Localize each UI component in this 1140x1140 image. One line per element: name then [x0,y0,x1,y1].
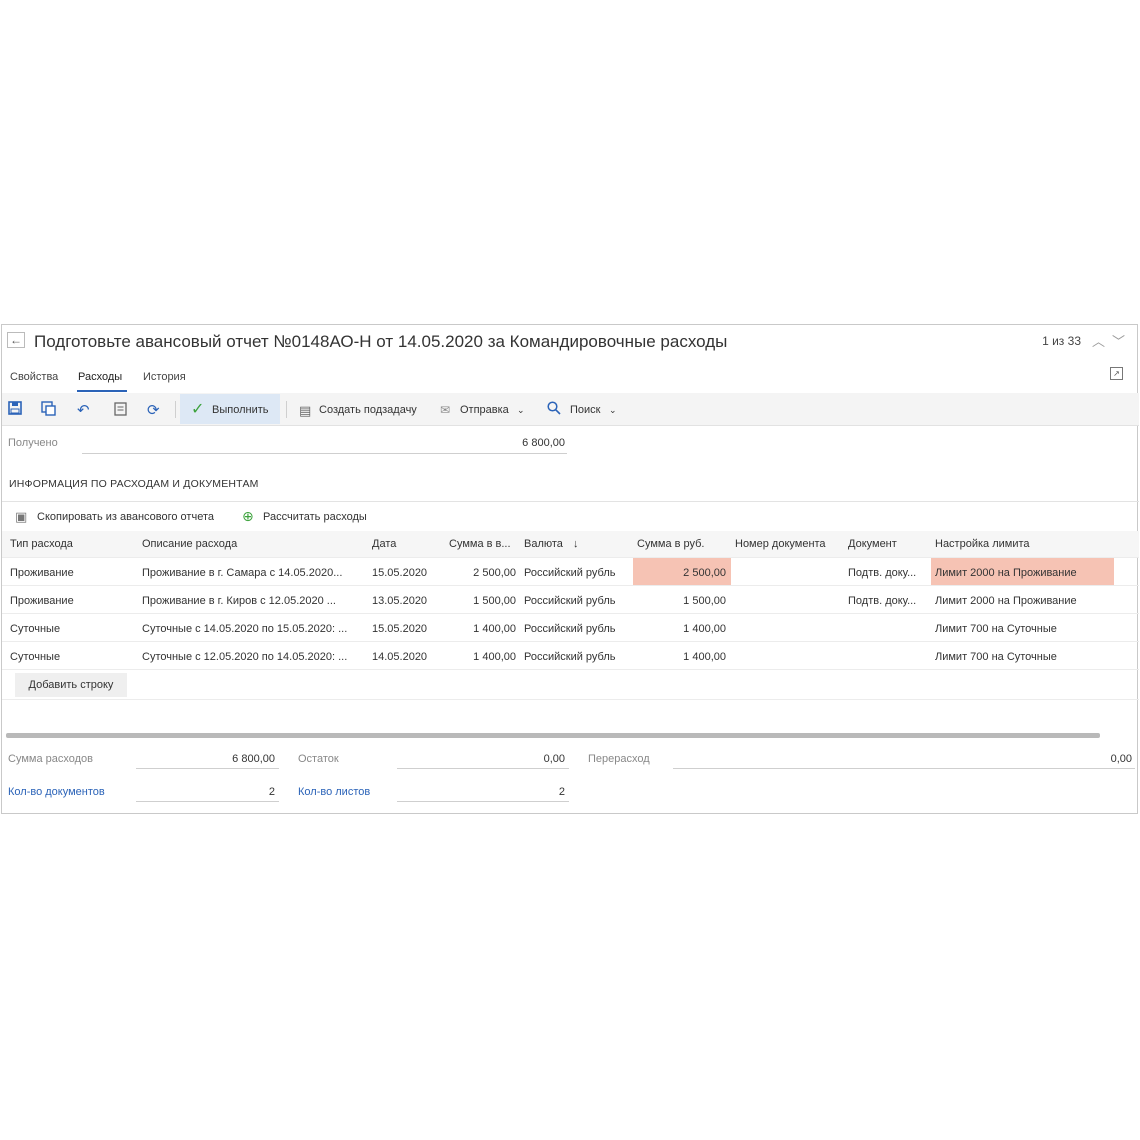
cell-date[interactable]: 13.05.2020 [372,595,427,607]
col-header-description[interactable]: Описание расхода [142,538,237,550]
row-divider [2,669,1139,670]
received-value: 6 800,00 [522,437,565,449]
copy-icon[interactable]: ▣ [15,509,27,525]
refresh-icon[interactable]: ⟳ [147,401,160,419]
cell-description[interactable]: Проживание в г. Киров с 12.05.2020 ... [142,595,336,607]
cell-currency[interactable]: Российский рубль [524,595,616,607]
col-header-date[interactable]: Дата [372,538,396,550]
chevron-down-icon[interactable]: ⌄ [609,405,617,416]
cell-type[interactable]: Проживание [10,567,74,579]
cell-document[interactable]: Подтв. доку... [848,567,916,579]
calculate-expenses-button[interactable]: Рассчитать расходы [263,511,367,523]
active-tab-indicator [77,390,127,392]
sheets-count-value: 2 [558,786,565,798]
cell-currency[interactable]: Российский рубль [524,651,616,663]
cell-limit[interactable]: Лимит 700 на Суточные [935,651,1057,663]
copy-from-report-button[interactable]: Скопировать из авансового отчета [37,511,214,523]
calculate-icon[interactable]: ⊕ [242,508,254,525]
run-button-label[interactable]: Выполнить [212,404,268,416]
cell-type[interactable]: Суточные [10,651,60,663]
section-title: ИНФОРМАЦИЯ ПО РАСХОДАМ И ДОКУМЕНТАМ [9,478,259,490]
cell-sum-rub[interactable]: 1 400,00 [642,651,726,663]
row-divider [2,699,1139,700]
cell-currency[interactable]: Российский рубль [524,623,616,635]
tab-expenses[interactable]: Расходы [78,371,122,383]
field-underline [136,768,279,769]
undo-icon[interactable]: ↶ [77,401,90,419]
col-header-document[interactable]: Документ [848,538,897,550]
cell-limit[interactable]: Лимит 700 на Суточные [935,623,1057,635]
back-arrow-icon[interactable]: ← [7,332,25,348]
overspend-value: 0,00 [1110,753,1132,765]
cell-sum-rub[interactable]: 1 500,00 [642,595,726,607]
cell-sum-currency[interactable]: 2 500,00 [442,567,516,579]
cell-type[interactable]: Суточные [10,623,60,635]
row-divider [2,641,1139,642]
cell-sum-rub[interactable]: 1 400,00 [642,623,726,635]
cell-date[interactable]: 15.05.2020 [372,567,427,579]
rest-value: 0,00 [543,753,565,765]
cell-description[interactable]: Суточные с 14.05.2020 по 15.05.2020: ... [142,623,347,635]
row-divider [2,585,1139,586]
field-underline [673,768,1135,769]
tab-properties[interactable]: Свойства [10,371,58,383]
add-row-button[interactable]: Добавить строку [15,673,127,697]
col-header-limit[interactable]: Настройка лимита [935,538,1030,550]
cell-sum-rub[interactable]: 2 500,00 [642,567,726,579]
documents-count-label[interactable]: Кол-во документов [8,786,105,798]
send-dropdown[interactable]: Отправка [460,404,509,416]
subtask-icon[interactable]: ▤ [299,403,311,419]
col-header-type[interactable]: Тип расхода [10,538,73,550]
rest-label: Остаток [298,753,339,765]
create-subtask-button[interactable]: Создать подзадачу [319,404,417,416]
field-underline [397,768,569,769]
horizontal-scrollbar[interactable] [6,733,1100,738]
cell-document[interactable]: Подтв. доку... [848,595,916,607]
send-icon[interactable]: ✉ [440,403,450,417]
search-dropdown[interactable]: Поиск [570,404,600,416]
cell-sum-currency[interactable]: 1 400,00 [442,623,516,635]
page-title: Подготовьте авансовый отчет №0148АО-Н от… [34,332,728,351]
cell-type[interactable]: Проживание [10,595,74,607]
toolbar-divider [286,401,287,418]
task-panel: ← Подготовьте авансовый отчет №0148АО-Н … [1,324,1139,814]
expenses-total-value: 6 800,00 [232,753,275,765]
sort-arrow-icon[interactable]: ↓ [573,538,579,550]
check-icon: ✓ [191,401,205,418]
section-divider [2,501,1139,502]
col-header-currency[interactable]: Валюта [524,538,563,550]
chevron-down-icon[interactable]: ⌄ [517,405,525,416]
expenses-total-label: Сумма расходов [8,753,93,765]
col-header-sum-currency[interactable]: Сумма в в... [449,538,511,550]
pager-counter: 1 из 33 [1042,334,1081,348]
col-header-doc-number[interactable]: Номер документа [735,538,826,550]
save-close-icon[interactable] [41,401,56,420]
chevron-down-icon[interactable]: ﹀ [1112,331,1125,350]
tab-history[interactable]: История [143,371,186,383]
cell-sum-currency[interactable]: 1 400,00 [442,651,516,663]
cell-sum-currency[interactable]: 1 500,00 [442,595,516,607]
clipboard-icon[interactable] [114,401,127,420]
cell-currency[interactable]: Российский рубль [524,567,616,579]
cell-description[interactable]: Суточные с 12.05.2020 по 14.05.2020: ... [142,651,347,663]
field-underline [82,453,567,454]
cell-limit[interactable]: Лимит 2000 на Проживание [935,567,1077,579]
field-underline [397,801,569,802]
field-underline [136,801,279,802]
overspend-label: Перерасход [588,753,650,765]
col-header-sum-rub[interactable]: Сумма в руб. [637,538,705,550]
cell-date[interactable]: 14.05.2020 [372,651,427,663]
cell-date[interactable]: 15.05.2020 [372,623,427,635]
search-icon[interactable] [547,401,561,418]
toolbar-divider [175,401,176,418]
chevron-up-icon[interactable]: ︿ [1092,331,1105,350]
received-label: Получено [8,437,58,449]
save-icon[interactable] [8,401,22,419]
row-divider [2,613,1139,614]
cell-description[interactable]: Проживание в г. Самара с 14.05.2020... [142,567,342,579]
cell-limit[interactable]: Лимит 2000 на Проживание [935,595,1077,607]
documents-count-value: 2 [268,786,275,798]
sheets-count-label[interactable]: Кол-во листов [298,786,370,798]
popout-icon[interactable]: ↗ [1110,367,1123,380]
